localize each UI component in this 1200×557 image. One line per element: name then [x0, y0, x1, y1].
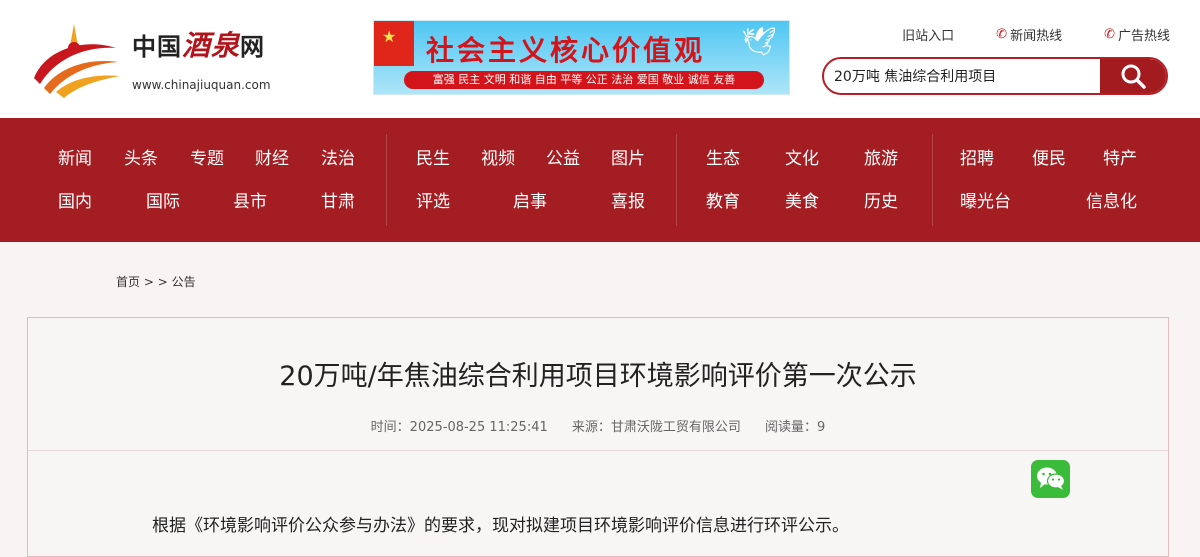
nav-news[interactable]: 新闻	[58, 144, 92, 169]
nav-services[interactable]: 便民	[1032, 144, 1066, 169]
nav-ecology[interactable]: 生态	[706, 144, 740, 169]
article-meta: 时间：2025-08-25 11:25:41 来源：甘肃沃陇工贸有限公司 阅读量…	[28, 416, 1168, 435]
article-panel: 20万吨/年焦油综合利用项目环境影响评价第一次公示 时间：2025-08-25 …	[27, 317, 1169, 557]
nav-jobs[interactable]: 招聘	[960, 144, 994, 169]
dove-icon: 🕊	[741, 25, 777, 58]
wechat-share-button[interactable]	[1031, 460, 1070, 498]
search-input[interactable]	[824, 59, 1102, 93]
article-time: 时间：2025-08-25 11:25:41	[370, 420, 548, 435]
nav-notices[interactable]: 启事	[513, 187, 547, 212]
nav-food[interactable]: 美食	[785, 187, 819, 212]
old-site-label: 旧站入口	[902, 29, 955, 44]
nav-international[interactable]: 国际	[146, 187, 180, 212]
nav-livelihood[interactable]: 民生	[416, 144, 450, 169]
nav-pictures[interactable]: 图片	[611, 144, 645, 169]
nav-topics[interactable]: 专题	[190, 144, 224, 169]
nav-divider	[386, 134, 387, 226]
logo-suffix: 网	[240, 33, 266, 61]
article-divider	[28, 450, 1168, 451]
phone-icon: ✆	[996, 27, 1008, 42]
nav-good-news[interactable]: 喜报	[611, 187, 645, 212]
core-values-banner[interactable]: ★ 社会主义核心价值观 🕊 富强 民主 文明 和谐 自由 平等 公正 法治 爱国…	[373, 20, 790, 95]
article-title: 20万吨/年焦油综合利用项目环境影响评价第一次公示	[279, 361, 917, 392]
nav-history[interactable]: 历史	[864, 187, 898, 212]
logo-url: www.chinajiuquan.com	[132, 78, 271, 92]
nav-education[interactable]: 教育	[706, 187, 740, 212]
nav-selection[interactable]: 评选	[416, 187, 450, 212]
nav-tourism[interactable]: 旅游	[864, 144, 898, 169]
search-button[interactable]	[1100, 59, 1166, 93]
flag: ★	[374, 21, 414, 66]
logo-emblem-icon	[34, 24, 120, 98]
nav-exposure[interactable]: 曝光台	[960, 187, 1011, 212]
breadcrumb-current[interactable]: 公告	[172, 275, 196, 289]
news-hotline-label: 新闻热线	[1010, 29, 1063, 44]
nav-headlines[interactable]: 头条	[124, 144, 158, 169]
nav-charity[interactable]: 公益	[546, 144, 580, 169]
site-header: 中国酒泉网 www.chinajiuquan.com ★ 社会主义核心价值观 🕊…	[0, 0, 1200, 118]
search-box	[822, 57, 1168, 95]
nav-video[interactable]: 视频	[481, 144, 515, 169]
breadcrumb: 首页 > > 公告	[116, 273, 196, 290]
breadcrumb-home[interactable]: 首页	[116, 275, 140, 289]
nav-law[interactable]: 法治	[321, 144, 355, 169]
article-body: 根据《环境影响评价公众参与办法》的要求，现对拟建项目环境影响评价信息进行环评公示…	[152, 516, 849, 536]
search-icon	[1121, 64, 1146, 89]
article-read-count: 阅读量：9	[765, 420, 826, 435]
nav-domestic[interactable]: 国内	[58, 187, 92, 212]
phone-icon: ✆	[1104, 27, 1115, 42]
nav-divider	[676, 134, 677, 226]
logo-prefix: 中国	[132, 33, 182, 61]
logo-calligraphy: 酒泉	[182, 29, 241, 62]
site-logo[interactable]: 中国酒泉网 www.chinajiuquan.com	[26, 18, 286, 98]
article-source: 来源：甘肃沃陇工贸有限公司	[571, 420, 741, 435]
flag-star-icon: ★	[382, 27, 397, 46]
logo-wordmark: 中国酒泉网	[132, 24, 265, 64]
nav-divider	[932, 134, 933, 226]
breadcrumb-separator: > >	[140, 275, 172, 289]
nav-specialties[interactable]: 特产	[1103, 144, 1137, 169]
banner-values: 富强 民主 文明 和谐 自由 平等 公正 法治 爱国 敬业 诚信 友善	[404, 71, 764, 89]
nav-gansu[interactable]: 甘肃	[321, 187, 355, 212]
top-links: 旧站入口 ✆ 新闻热线 ✆ 广告热线	[860, 25, 1170, 44]
nav-informatization[interactable]: 信息化	[1086, 187, 1137, 212]
wechat-icon	[1036, 467, 1065, 490]
nav-counties[interactable]: 县市	[233, 187, 267, 212]
ad-hotline-label: 广告热线	[1117, 29, 1170, 44]
main-nav: 新闻 头条 专题 财经 法治 民生 视频 公益 图片 生态 文化 旅游 招聘 便…	[0, 118, 1200, 242]
old-site-link[interactable]: 旧站入口	[902, 25, 954, 44]
ad-hotline-link[interactable]: ✆ 广告热线	[1104, 25, 1170, 44]
nav-finance[interactable]: 财经	[255, 144, 289, 169]
nav-culture[interactable]: 文化	[785, 144, 819, 169]
banner-title: 社会主义核心价值观	[426, 34, 706, 67]
news-hotline-link[interactable]: ✆ 新闻热线	[996, 25, 1062, 44]
